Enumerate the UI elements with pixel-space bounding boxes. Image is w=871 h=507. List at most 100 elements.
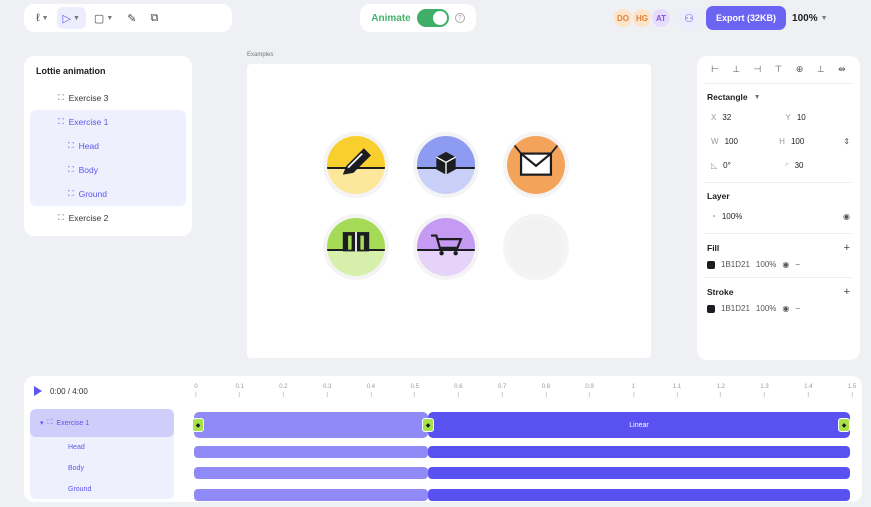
- align-top-icon[interactable]: ⊤: [770, 64, 786, 75]
- play-icon[interactable]: [34, 386, 42, 396]
- align-center-v-icon[interactable]: ⊕: [792, 64, 808, 75]
- layer-item-head[interactable]: ⛶ Head: [30, 134, 186, 158]
- child-track-bar[interactable]: [194, 446, 428, 458]
- pen-icon: ℓ: [36, 12, 40, 24]
- child-track-bar[interactable]: [194, 467, 428, 479]
- rotation-field[interactable]: ◺ 0°: [707, 156, 776, 174]
- mail-icon[interactable]: [503, 132, 569, 198]
- layer-item-body[interactable]: ⛶ Body: [30, 158, 186, 182]
- constrain-icon[interactable]: ⇕: [843, 137, 850, 146]
- eye-icon[interactable]: ◉: [843, 212, 850, 221]
- layers-panel: Lottie animation ⛶ Exercise 3 ⛶ Exercise 1…: [24, 56, 192, 236]
- frame-icon: ⛶: [58, 93, 64, 102]
- stroke-hex[interactable]: 1B1D21: [721, 304, 750, 313]
- ruler-tick: 0.5: [410, 384, 418, 397]
- track-head[interactable]: Head: [30, 437, 174, 458]
- w-value: 100: [724, 136, 738, 146]
- align-right-icon[interactable]: ⊣: [749, 64, 765, 75]
- chevron-down-icon: ▾: [40, 420, 44, 427]
- y-value: 10: [796, 112, 806, 122]
- playback-controls: 0:00 / 4:00: [34, 386, 88, 396]
- animate-control: Animate ?: [360, 4, 476, 32]
- remove-icon[interactable]: −: [795, 304, 800, 313]
- tool-group: ℓ ▼ ▷ ▼ ▢ ▼ ✎ ⧉: [24, 4, 232, 32]
- shape-select[interactable]: Rectangle ▼: [707, 92, 850, 102]
- layer-item-exercise-2[interactable]: ⛶ Exercise 2: [30, 206, 186, 230]
- radius-field[interactable]: ◜ 30: [782, 156, 851, 174]
- box-icon[interactable]: [413, 132, 479, 198]
- align-bottom-icon[interactable]: ⊥: [813, 64, 829, 75]
- fill-section: Fill + 1B1D21 100% ◉ −: [705, 234, 852, 278]
- animate-toggle[interactable]: [416, 9, 449, 27]
- stroke-section: Stroke + 1B1D21 100% ◉ −: [705, 278, 852, 321]
- track-exercise-1[interactable]: ▾ ⛶ Exercise 1: [30, 409, 174, 437]
- timeline: 0:00 / 4:00 0 0.1 0.2 0.3 0.4 0.5 0.6 0.7 0.8 0.9…: [24, 376, 862, 502]
- keyframe-icon[interactable]: ◆: [192, 418, 204, 432]
- rectangle-icon: ▢: [93, 12, 105, 25]
- child-track-bar[interactable]: [428, 489, 850, 501]
- y-field[interactable]: Y 10: [782, 108, 851, 126]
- eye-icon[interactable]: ◉: [782, 304, 789, 313]
- ruler-tick: 0.7: [498, 384, 506, 397]
- child-track-bar[interactable]: [428, 446, 850, 458]
- layer-item-exercise-3[interactable]: ⛶ Exercise 3: [30, 86, 186, 110]
- h-field[interactable]: H 100: [775, 132, 837, 150]
- distribute-icon[interactable]: ⇹: [834, 64, 850, 75]
- add-user-icon[interactable]: ⚇: [678, 7, 700, 29]
- ruler-tick: 0.1: [236, 384, 244, 397]
- eye-icon[interactable]: ◉: [782, 260, 789, 269]
- frame-icon: ⛶: [47, 419, 53, 426]
- track-label: Exercise 1: [56, 419, 90, 427]
- opacity-value: 100%: [721, 211, 743, 221]
- shape-tool[interactable]: ▷ ▼: [56, 7, 86, 29]
- w-field[interactable]: W 100: [707, 132, 769, 150]
- fill-hex[interactable]: 1B1D21: [721, 260, 750, 269]
- x-field[interactable]: X 32: [707, 108, 776, 126]
- layer-group-exercise-1: ⛶ Exercise 1 ⛶ Head ⛶ Body ⛶ Ground: [30, 110, 186, 206]
- track-ground[interactable]: Ground: [30, 479, 174, 500]
- align-left-icon[interactable]: ⊢: [707, 64, 723, 75]
- pencil-icon[interactable]: [323, 132, 389, 198]
- frame-icon: ⛶: [68, 165, 74, 174]
- image-tool[interactable]: ⧉: [144, 7, 164, 29]
- pen-tool[interactable]: ℓ ▼: [30, 7, 55, 29]
- layer-item-ground[interactable]: ⛶ Ground: [30, 182, 186, 206]
- time-ruler[interactable]: 0 0.1 0.2 0.3 0.4 0.5 0.6 0.7 0.8 0.9 1 1.1 1.2 1.3 1.…: [194, 384, 856, 404]
- track-label: Body: [68, 465, 84, 472]
- avatar[interactable]: AT: [650, 7, 672, 29]
- track-bar-exercise-1-segment-1[interactable]: [194, 412, 428, 438]
- stroke-opacity[interactable]: 100%: [756, 304, 776, 313]
- layer-section: Layer ◔ 100% ◉: [705, 183, 852, 234]
- canvas[interactable]: [247, 64, 651, 358]
- ruler-tick: 1.3: [760, 384, 768, 397]
- chevron-down-icon: ▼: [72, 14, 80, 22]
- child-track-bar[interactable]: [194, 489, 428, 501]
- help-icon[interactable]: ?: [454, 13, 465, 23]
- ruler-tick: 0.9: [585, 384, 593, 397]
- add-fill-icon[interactable]: +: [844, 242, 850, 254]
- stroke-swatch[interactable]: [707, 304, 715, 313]
- keyframe-icon[interactable]: ◆: [838, 418, 850, 432]
- ruler-tick: 1.4: [804, 384, 812, 397]
- layer-item-exercise-1[interactable]: ⛶ Exercise 1: [30, 110, 186, 134]
- brush-tool[interactable]: ✎: [121, 7, 142, 29]
- remove-icon[interactable]: −: [795, 260, 800, 269]
- track-body[interactable]: Body: [30, 458, 174, 479]
- rectangle-tool[interactable]: ▢ ▼: [88, 7, 119, 29]
- align-center-h-icon[interactable]: ⊥: [728, 64, 744, 75]
- track-label: Ground: [68, 486, 92, 493]
- book-icon[interactable]: [323, 214, 389, 280]
- zoom-select[interactable]: 100% ▼: [792, 13, 828, 24]
- opacity-field[interactable]: ◔ 100%: [707, 207, 837, 225]
- layer-title: Layer: [707, 191, 730, 201]
- fill-swatch[interactable]: [707, 260, 715, 269]
- export-button[interactable]: Export (32KB): [706, 6, 787, 30]
- fill-opacity[interactable]: 100%: [756, 260, 776, 269]
- image-icon: ⧉: [150, 11, 159, 24]
- add-stroke-icon[interactable]: +: [844, 286, 850, 298]
- cart-icon[interactable]: [413, 214, 479, 280]
- empty-icon[interactable]: [503, 214, 569, 280]
- keyframe-icon[interactable]: ◆: [422, 418, 434, 432]
- animate-label: Animate: [371, 12, 411, 24]
- child-track-bar[interactable]: [428, 467, 850, 479]
